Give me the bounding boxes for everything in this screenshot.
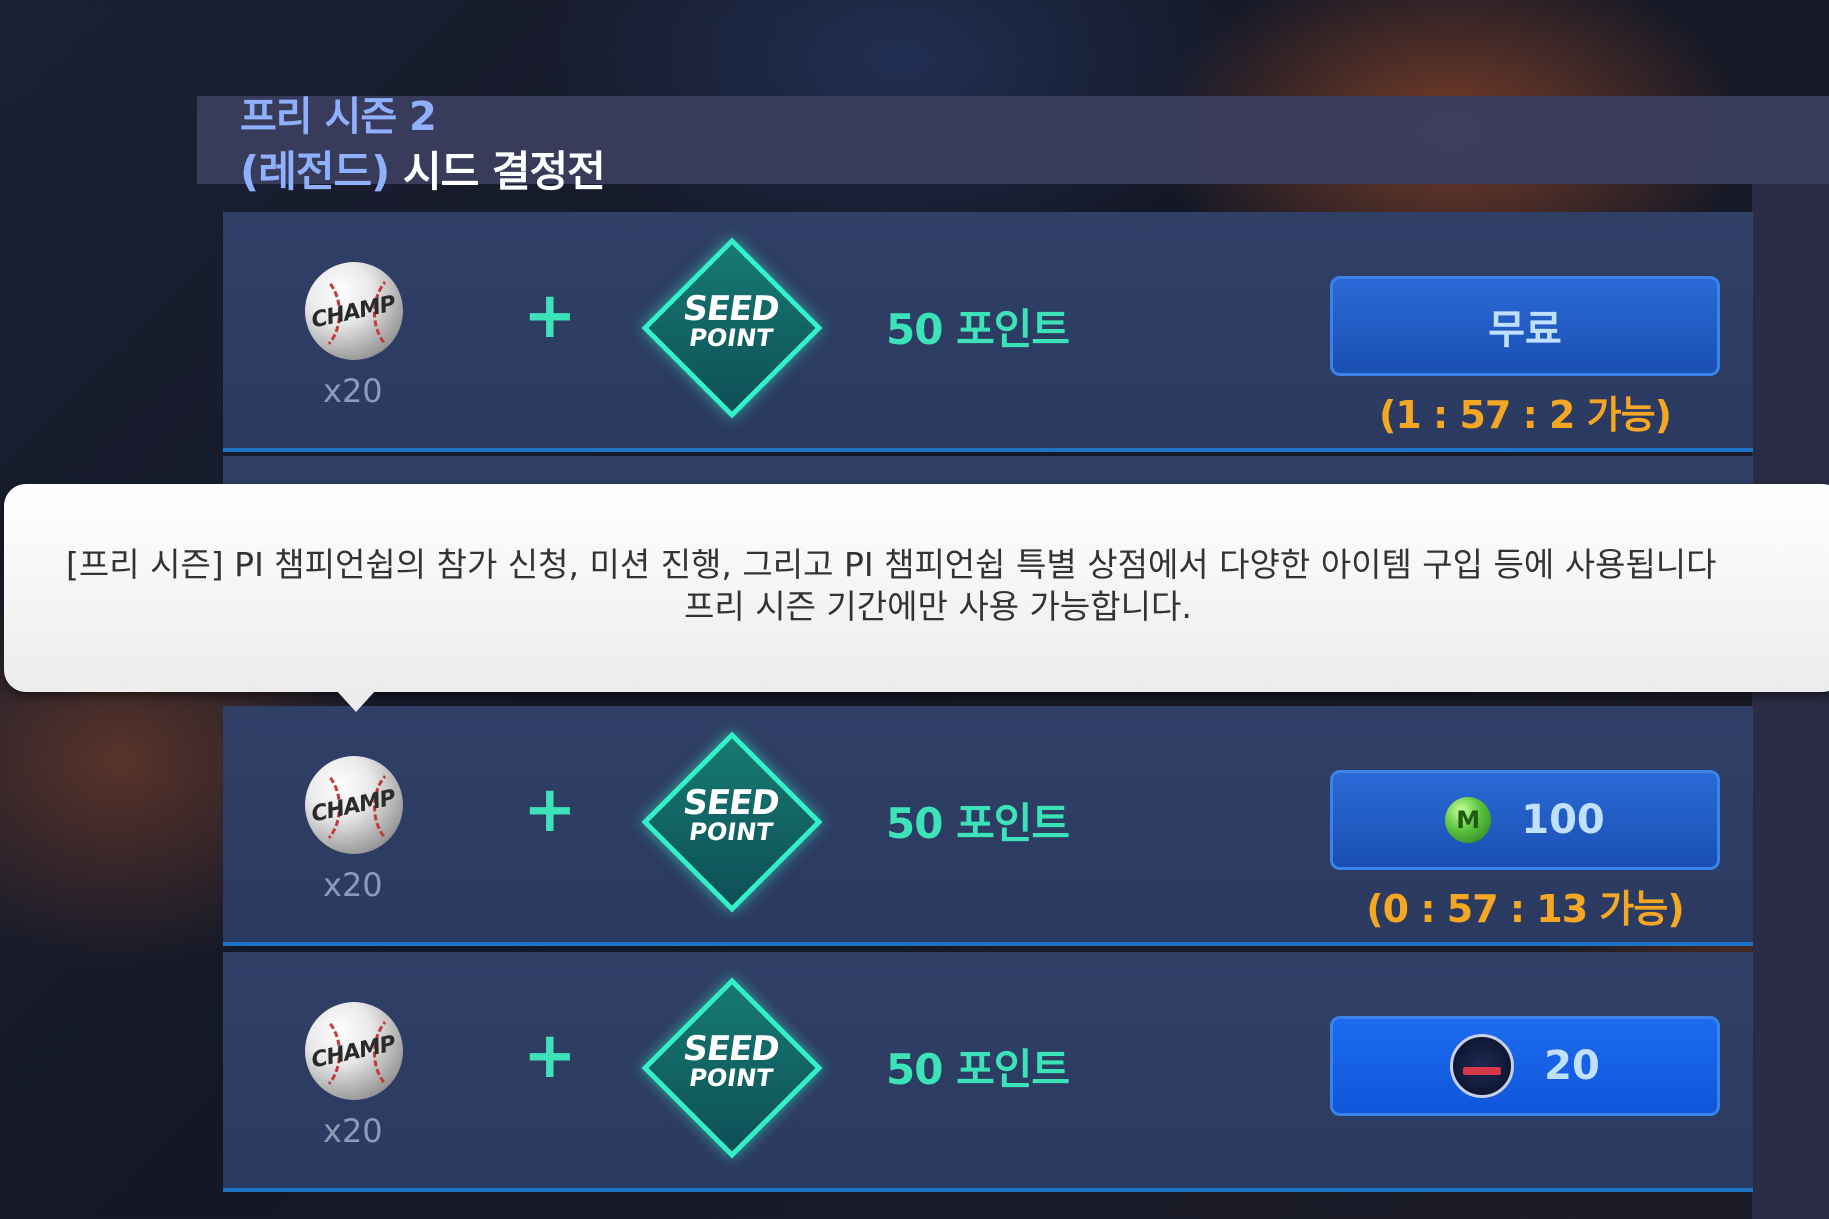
buy-with-ticket-button[interactable]: 20: [1330, 1016, 1720, 1116]
reward-quantity: x20: [323, 372, 383, 410]
seed-point-label: SEED POINT: [680, 289, 782, 352]
title-event: 시드 결정전: [402, 147, 606, 196]
reward-quantity: x20: [323, 1112, 383, 1150]
reward-row-2: CHAMP x20 + SEED POINT 50 포인트 M 100 (0 :…: [223, 706, 1753, 946]
seed-point-amount: 50 포인트: [886, 799, 1070, 848]
button-price: 20: [1544, 1043, 1600, 1089]
reward-quantity: x20: [323, 866, 383, 904]
plus-icon: +: [523, 773, 577, 847]
seed-point-tooltip: [프리 시즌] PI 챔피언쉽의 참가 신청, 미션 진행, 그리고 PI 챔피…: [4, 484, 1829, 692]
seed-point-amount: 50 포인트: [886, 1045, 1070, 1094]
tooltip-line1: [프리 시즌] PI 챔피언쉽의 참가 신청, 미션 진행, 그리고 PI 챔피…: [66, 545, 1717, 584]
free-claim-button[interactable]: 무료: [1330, 276, 1720, 376]
availability-timer: (1 : 57 : 2 가능): [1379, 393, 1672, 437]
champ-ball-icon: CHAMP: [305, 262, 403, 360]
availability-timer: (0 : 57 : 13 가능): [1366, 887, 1684, 931]
m-coin-icon: M: [1445, 797, 1492, 843]
reward-row-3: CHAMP x20 + SEED POINT 50 포인트 20: [223, 952, 1753, 1192]
plus-icon: +: [523, 279, 577, 353]
seed-point-amount: 50 포인트: [886, 305, 1070, 354]
tooltip-pointer: [336, 690, 376, 712]
buy-with-coin-button[interactable]: M 100: [1330, 770, 1720, 870]
reward-row-1: CHAMP x20 + SEED POINT 50 포인트 무료 (1 : 57…: [223, 212, 1753, 452]
title-tier: (레전드): [240, 147, 390, 196]
page-title-line2: (레전드) 시드 결정전: [240, 138, 606, 199]
button-label: 무료: [1488, 307, 1562, 353]
plus-icon: +: [523, 1019, 577, 1093]
champ-ball-icon: CHAMP: [305, 1002, 403, 1100]
ticket-icon: [1450, 1034, 1515, 1098]
tooltip-line2: 프리 시즌 기간에만 사용 가능합니다.: [684, 587, 1192, 626]
right-panel-edge: [1752, 184, 1829, 1219]
page-title-line1: 프리 시즌 2: [240, 94, 437, 140]
seed-point-label: SEED POINT: [680, 783, 782, 846]
seed-point-label: SEED POINT: [680, 1029, 782, 1092]
button-price: 100: [1521, 797, 1605, 843]
champ-ball-icon: CHAMP: [305, 756, 403, 854]
